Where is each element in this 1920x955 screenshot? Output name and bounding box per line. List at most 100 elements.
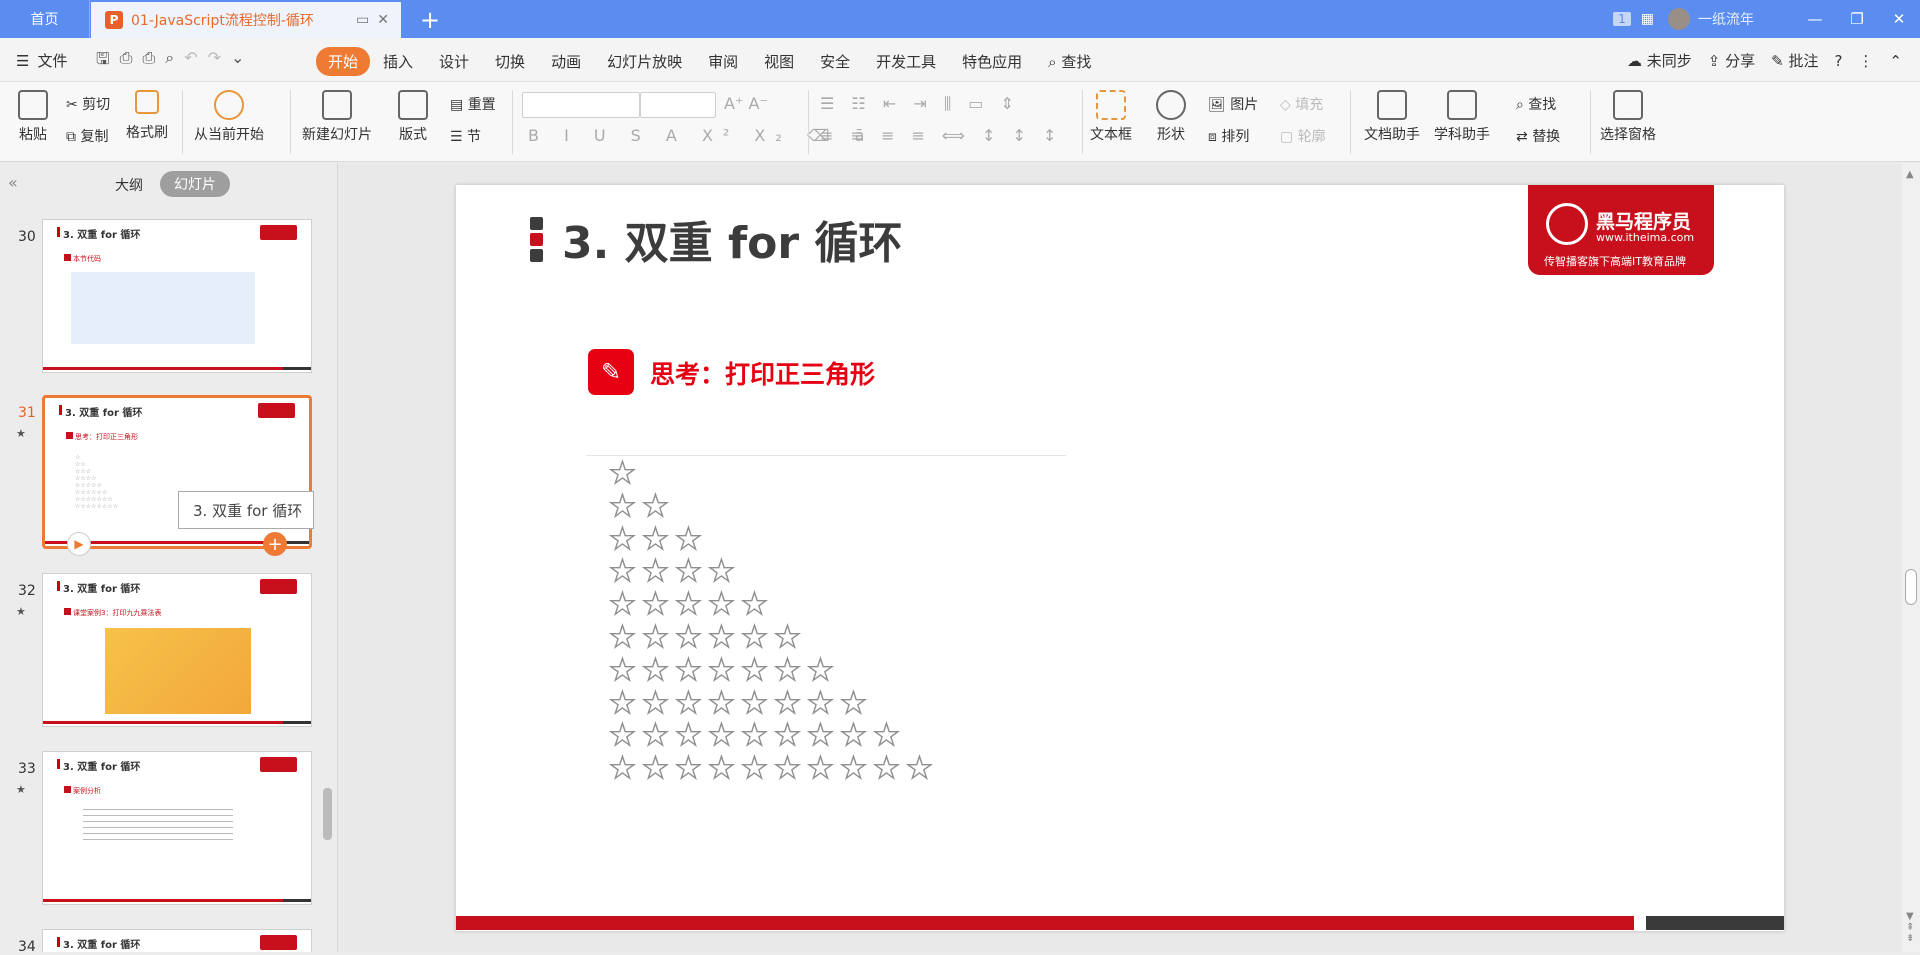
- pin-tab-icon[interactable]: ▭: [356, 12, 369, 28]
- tab-security[interactable]: 安全: [807, 47, 863, 76]
- tab-home[interactable]: 首页: [0, 0, 90, 38]
- font-family-select[interactable]: [522, 92, 640, 118]
- reset-button[interactable]: ▤ 重置: [450, 94, 496, 114]
- comment-button[interactable]: ✎ 批注: [1771, 50, 1818, 71]
- list-icons[interactable]: ☰ ☷ ⇤ ⇥ ⫼ ▭ ⇕: [820, 94, 1020, 114]
- arrange-button[interactable]: ⧈ 排列: [1208, 126, 1249, 146]
- scrollbar-thumb[interactable]: [1905, 569, 1917, 605]
- tab-transition[interactable]: 切换: [482, 47, 538, 76]
- star-icon: ★: [806, 685, 834, 721]
- collapse-ribbon-icon[interactable]: ⌃: [1889, 52, 1902, 70]
- more-icon[interactable]: ⌄: [231, 48, 244, 75]
- sync-button[interactable]: ☁ 未同步: [1627, 50, 1692, 71]
- slide-thumbnail-32[interactable]: 3. 双重 for 循环 课堂案例3：打印九九乘法表: [42, 573, 312, 727]
- new-slide-button[interactable]: 新建幻灯片: [302, 90, 372, 144]
- more-options-icon[interactable]: ⋮: [1858, 52, 1873, 70]
- section-button[interactable]: ☰ 节: [450, 126, 481, 146]
- tab-design[interactable]: 设计: [426, 47, 482, 76]
- new-tab-button[interactable]: +: [420, 6, 440, 34]
- subject-assistant-button[interactable]: 学科助手: [1434, 90, 1490, 144]
- cut-button[interactable]: ✂ 剪切: [66, 94, 110, 114]
- current-slide[interactable]: 3. 双重 for 循环 黑马程序员 www.itheima.com 传智播客旗…: [456, 185, 1784, 931]
- font-size-select[interactable]: [640, 92, 716, 118]
- avatar[interactable]: [1668, 8, 1690, 30]
- outline-tab[interactable]: 大纲: [115, 175, 143, 195]
- tab-insert[interactable]: 插入: [370, 47, 426, 76]
- shape-button[interactable]: 形状: [1156, 90, 1186, 144]
- restore-icon[interactable]: ❐: [1836, 10, 1878, 28]
- star-icon: ★: [740, 587, 768, 623]
- thumb-subtitle: 本节代码: [64, 254, 101, 263]
- slide-thumbnail-33[interactable]: 3. 双重 for 循环 案例分析: [42, 751, 312, 905]
- grid-icon[interactable]: ▦: [1641, 11, 1654, 27]
- share-button[interactable]: ⇪ 分享: [1708, 50, 1755, 71]
- find-button[interactable]: ⌕ 查找: [1516, 94, 1556, 114]
- font-size-increase-icon[interactable]: A⁺ A⁻: [724, 94, 768, 113]
- think-heading[interactable]: 思考：打印正三角形: [650, 355, 875, 391]
- close-window-icon[interactable]: ✕: [1878, 10, 1920, 28]
- undo-icon[interactable]: ↶: [184, 48, 197, 75]
- file-menu[interactable]: ☰ 文件: [16, 50, 67, 71]
- star-row: ★ ★ ★ ★ ★ ★ ★ ★ ★: [608, 718, 934, 754]
- play-from-current-button[interactable]: 从当前开始: [194, 90, 264, 144]
- slides-tab[interactable]: 幻灯片: [160, 171, 230, 197]
- tab-developer[interactable]: 开发工具: [863, 47, 949, 76]
- canvas-scrollbar[interactable]: ▲ ▼ ⇞ ⇟: [1902, 163, 1920, 952]
- redo-icon[interactable]: ↷: [208, 48, 221, 75]
- scroll-up-icon[interactable]: ▲: [1906, 169, 1914, 180]
- save-icon[interactable]: 🖫: [96, 48, 110, 75]
- star-icon: ★: [839, 718, 867, 754]
- star-row: ★ ★ ★ ★ ★: [608, 587, 934, 623]
- select-pane-button[interactable]: 选择窗格: [1600, 90, 1656, 144]
- align-icons[interactable]: ≡ ≡ ≡ ≡ ⟺ ↕ ↕ ↕: [820, 126, 1062, 145]
- panel-scrollbar[interactable]: [323, 788, 332, 840]
- outline-button[interactable]: ▢ 轮廓: [1280, 126, 1326, 146]
- star-icon: ★: [608, 685, 636, 721]
- slide-thumbnail-30[interactable]: 3. 双重 for 循环 本节代码: [42, 219, 312, 373]
- layout-button[interactable]: 版式: [398, 90, 428, 144]
- slide-number: 32: [18, 583, 36, 599]
- title-bullet: [530, 217, 543, 230]
- help-icon[interactable]: ?: [1834, 52, 1842, 70]
- star-row: ★ ★ ★ ★: [608, 556, 934, 590]
- tab-slideshow[interactable]: 幻灯片放映: [594, 47, 695, 76]
- star-icon: ★: [674, 619, 702, 655]
- minimize-icon[interactable]: —: [1794, 10, 1836, 28]
- select-pane-icon: [1613, 90, 1643, 120]
- paste-button[interactable]: 粘贴: [12, 90, 54, 144]
- replace-button[interactable]: ⇄ 替换: [1516, 126, 1560, 146]
- preview-icon[interactable]: ⌕: [165, 48, 174, 75]
- tab-special[interactable]: 特色应用: [949, 47, 1035, 76]
- star-triangle[interactable]: ★ ★ ★ ★ ★ ★ ★ ★ ★ ★ ★ ★ ★ ★ ★ ★ ★ ★ ★ ★ ★ ★ ★ ★ ★ ★ ★ ★ ★ ★ ★ ★ ★ ★ ★ ★ ★ ★ ★ ★…: [608, 458, 934, 787]
- print-icon[interactable]: ⎙: [142, 48, 155, 75]
- close-tab-icon[interactable]: ✕: [377, 12, 389, 28]
- page-count-badge[interactable]: 1: [1613, 12, 1631, 26]
- thumb-subtitle: 思考：打印正三角形: [66, 432, 138, 441]
- copy-button[interactable]: ⧉ 复制: [66, 126, 108, 146]
- add-slide-icon[interactable]: +: [263, 532, 287, 556]
- star-icon: ★: [740, 652, 768, 688]
- slide-thumbnail-34[interactable]: 3. 双重 for 循环: [42, 929, 312, 952]
- collapse-panel-icon[interactable]: «: [8, 173, 18, 192]
- picture-button[interactable]: 🖼 图片: [1208, 94, 1258, 114]
- tab-animation[interactable]: 动画: [538, 47, 594, 76]
- tab-view[interactable]: 视图: [751, 47, 807, 76]
- star-icon: ★: [608, 652, 636, 688]
- textbox-button[interactable]: 文本框: [1090, 90, 1132, 144]
- scroll-down-icons[interactable]: ▼ ⇞ ⇟: [1906, 911, 1914, 944]
- doc-assistant-label: 文档助手: [1364, 127, 1420, 143]
- doc-assistant-button[interactable]: 文档助手: [1364, 90, 1420, 144]
- share-doc-icon[interactable]: ⎙: [120, 48, 133, 75]
- tab-review[interactable]: 审阅: [695, 47, 751, 76]
- play-slide-icon[interactable]: ▶: [67, 532, 91, 556]
- fill-button[interactable]: ◇ 填充: [1280, 94, 1323, 114]
- tab-home-ribbon[interactable]: 开始: [316, 47, 371, 76]
- slide-title[interactable]: 3. 双重 for 循环: [562, 207, 902, 271]
- user-name[interactable]: 一纸流年: [1698, 9, 1754, 29]
- star-icon: ★: [839, 685, 867, 721]
- logo-thumb: [260, 757, 297, 772]
- tab-document[interactable]: P 01-JavaScript流程控制-循环 ▭ ✕: [91, 2, 401, 38]
- search-button[interactable]: ⌕ 查找: [1035, 47, 1104, 76]
- star-icon: ★: [641, 587, 669, 623]
- format-painter-button[interactable]: 格式刷: [126, 90, 168, 142]
